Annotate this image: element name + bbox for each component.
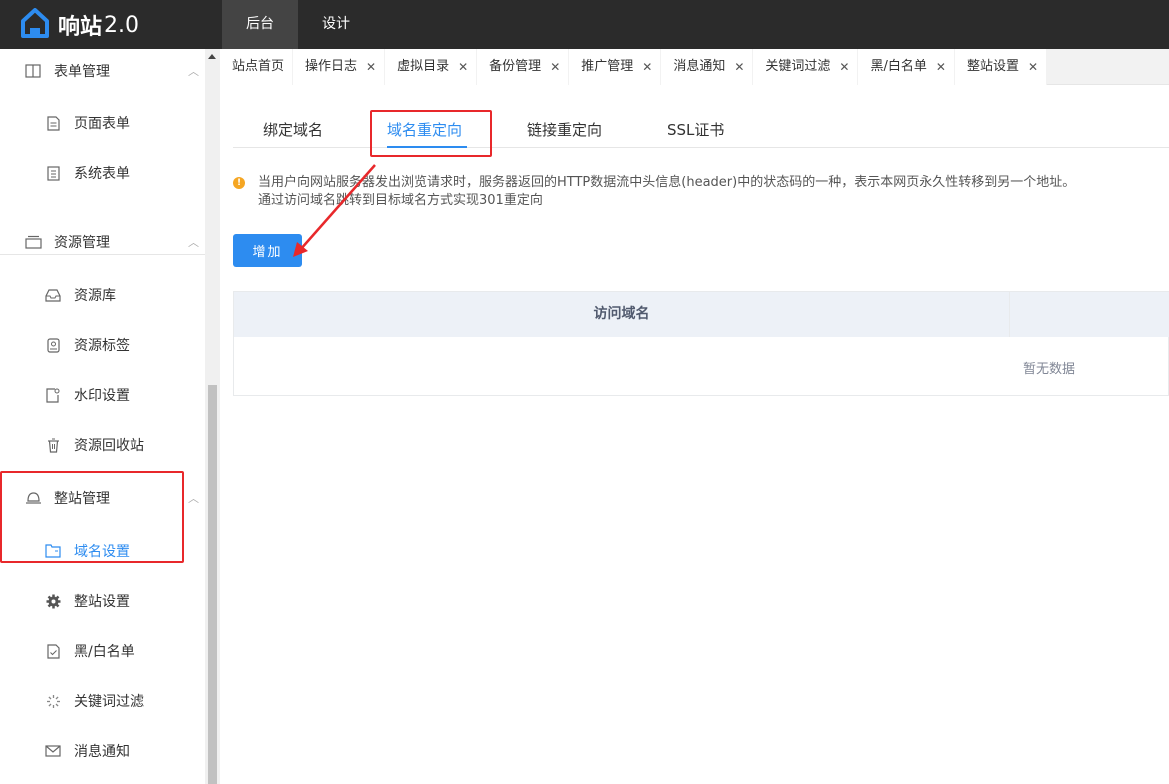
tab-label: 整站设置 [966,59,1019,74]
close-icon[interactable]: ✕ [839,49,849,85]
chevron-up-icon[interactable]: ︿ [188,63,199,79]
tab-keyword-filter[interactable]: 关键词过滤 ✕ [753,49,859,85]
sidebar-item-label: 资源库 [74,288,116,304]
close-icon[interactable]: ✕ [366,49,376,85]
tab-operation-log[interactable]: 操作日志 ✕ [293,49,386,85]
sidebar-item-label: 消息通知 [74,744,130,760]
house-logo-icon [20,8,50,42]
sidebar-item-label: 资源回收站 [74,438,144,454]
tab-virtual-directory[interactable]: 虚拟目录 ✕ [385,49,478,85]
sidebar-scrollbar[interactable] [205,49,220,784]
tab-blackwhite-list[interactable]: 黑/白名单 ✕ [858,49,955,85]
add-button[interactable]: 增加 [233,234,302,267]
sidebar-item-page-form[interactable]: 页面表单 [0,103,205,143]
highlight-box-redirect-tab [370,110,492,157]
subtab-link-redirect[interactable]: 链接重定向 [527,119,602,140]
column-header-visit-domain: 访问域名 [234,292,1010,337]
subtab-ssl-certificate[interactable]: SSL证书 [667,119,724,140]
folder-icon [24,233,42,251]
top-nav: 后台 设计 [222,0,374,49]
sidebar-item-notifications[interactable]: 消息通知 [0,731,205,771]
notice-line-1: 当用户向网站服务器发出浏览请求时，服务器返回的HTTP数据流中头信息(heade… [258,175,1076,190]
sidebar-group-label: 资源管理 [54,235,110,251]
scrollbar-thumb[interactable] [208,385,217,784]
tab-promotion[interactable]: 推广管理 ✕ [569,49,662,85]
sidebar-item-keyword-filter[interactable]: 关键词过滤 [0,681,205,721]
close-icon[interactable]: ✕ [550,49,560,85]
list-file-icon [44,164,62,182]
sidebar: 表单管理 ︿ 页面表单 系统表单 资源管理 ︿ 资源库 资源标签 水印设置 资源… [0,49,205,784]
sidebar-item-label: 页面表单 [74,116,130,132]
sidebar-item-resource-library[interactable]: 资源库 [0,275,205,315]
sidebar-item-label: 整站设置 [74,594,130,610]
app-version: 2.0 [104,12,140,38]
tab-backup[interactable]: 备份管理 ✕ [477,49,570,85]
sidebar-group-resources[interactable]: 资源管理 ︿ [0,220,205,264]
sidebar-group-forms[interactable]: 表单管理 ︿ [0,49,205,93]
main-content: 绑定域名 域名重定向 链接重定向 SSL证书 ! 当用户向网站服务器发出浏览请求… [220,86,1169,784]
watermark-icon [44,386,62,404]
tab-label: 站点首页 [232,59,285,74]
mail-icon [44,742,62,760]
sidebar-item-label: 水印设置 [74,388,130,404]
close-icon[interactable]: ✕ [936,49,946,85]
sidebar-item-label: 系统表单 [74,166,130,182]
sidebar-item-site-settings[interactable]: 整站设置 [0,581,205,621]
topnav-backend[interactable]: 后台 [222,0,298,49]
tab-label: 黑/白名单 [870,59,927,74]
tab-label: 消息通知 [673,59,726,74]
chevron-up-icon[interactable]: ︿ [188,234,199,250]
notice-line-2: 通过访问域名跳转到目标域名方式实现301重定向 [258,193,543,208]
redirect-table: 访问域名 暂无数据 [233,291,1169,396]
sidebar-item-label: 黑/白名单 [74,644,135,660]
sidebar-group-label: 表单管理 [54,64,110,80]
close-icon[interactable]: ✕ [1028,49,1038,85]
chevron-up-icon[interactable]: ︿ [188,490,199,506]
gear-icon [44,592,62,610]
checklist-icon [44,642,62,660]
inbox-icon [44,286,62,304]
table-header: 访问域名 [234,292,1169,337]
trash-icon [44,436,62,454]
file-icon [44,114,62,132]
tab-label: 关键词过滤 [765,59,831,74]
empty-state-text: 暂无数据 [1023,362,1076,377]
tab-label: 推广管理 [581,59,634,74]
app-logo[interactable]: 响站 2.0 [20,8,139,42]
tab-label: 虚拟目录 [397,59,450,74]
close-icon[interactable]: ✕ [642,49,652,85]
tab-site-home[interactable]: 站点首页 [220,49,294,85]
page-tabs: 站点首页 操作日志 ✕ 虚拟目录 ✕ 备份管理 ✕ 推广管理 ✕ 消息通知 ✕ 关键词过滤… [220,49,1169,85]
topnav-design[interactable]: 设计 [298,0,374,49]
tab-site-settings[interactable]: 整站设置 ✕ [954,49,1048,85]
info-notice: ! 当用户向网站服务器发出浏览请求时，服务器返回的HTTP数据流中头信息(hea… [233,174,1075,210]
tab-label: 备份管理 [489,59,542,74]
sidebar-item-watermark[interactable]: 水印设置 [0,375,205,415]
sidebar-item-label: 关键词过滤 [74,694,144,710]
tag-icon [44,336,62,354]
sidebar-item-recycle-bin[interactable]: 资源回收站 [0,425,205,465]
top-bar: 响站 2.0 后台 设计 [0,0,1169,49]
scroll-up-arrow-icon[interactable] [208,54,216,59]
close-icon[interactable]: ✕ [734,49,744,85]
close-icon[interactable]: ✕ [458,49,468,85]
tab-label: 操作日志 [305,59,358,74]
warning-icon: ! [233,177,245,189]
sidebar-item-resource-tags[interactable]: 资源标签 [0,325,205,365]
sidebar-item-label: 资源标签 [74,338,130,354]
highlight-box-domain-settings [0,471,184,563]
subtab-bind-domain[interactable]: 绑定域名 [263,119,323,140]
sidebar-item-system-form[interactable]: 系统表单 [0,153,205,193]
book-icon [24,62,42,80]
tab-notifications[interactable]: 消息通知 ✕ [661,49,754,85]
sidebar-item-blackwhite-list[interactable]: 黑/白名单 [0,631,205,671]
app-name: 响站 [58,15,103,40]
spinner-icon [44,692,62,710]
